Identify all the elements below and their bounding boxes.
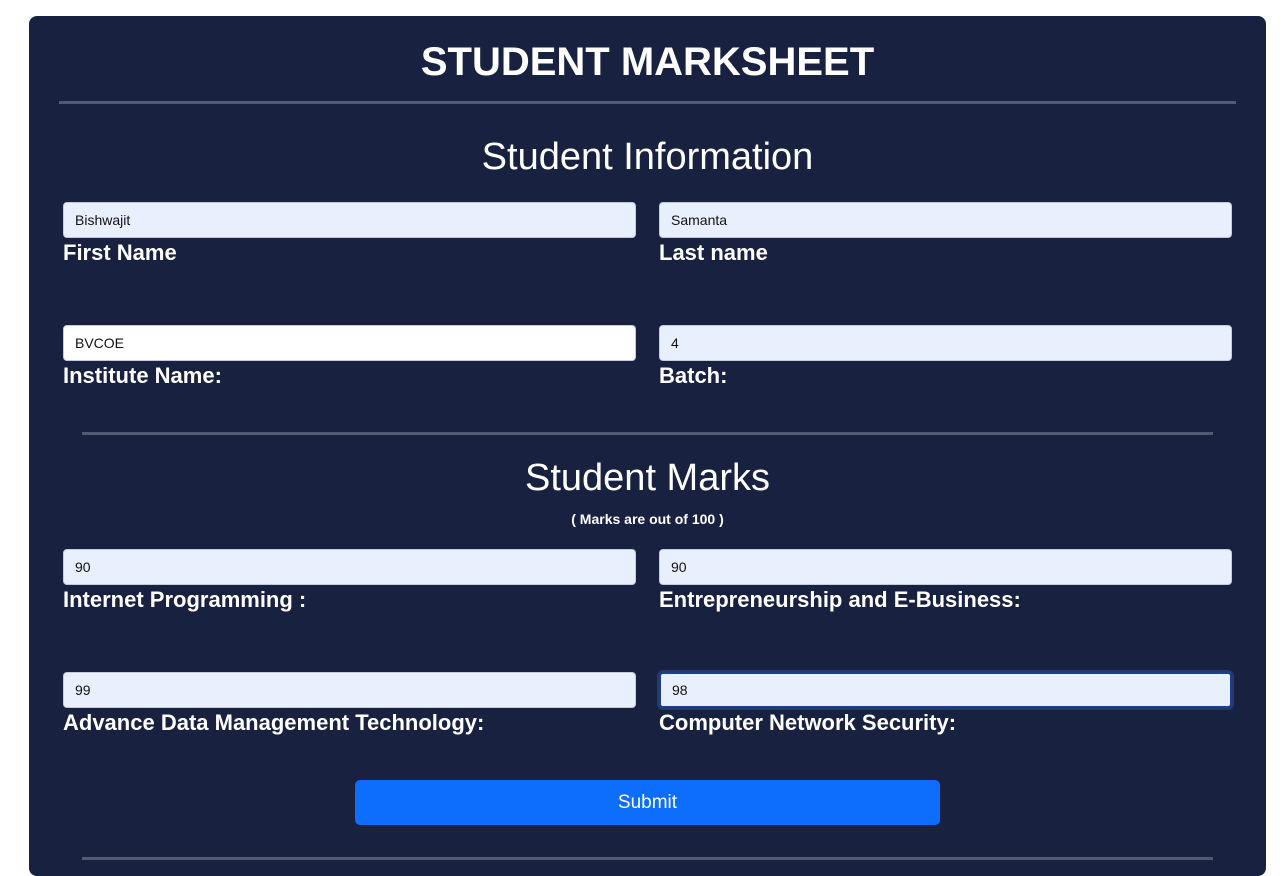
data-management-input[interactable] xyxy=(63,672,636,708)
first-name-input[interactable] xyxy=(63,202,636,238)
internet-programming-field-group: Internet Programming : xyxy=(63,549,636,614)
student-marks-heading: Student Marks xyxy=(525,457,770,499)
internet-programming-label: Internet Programming : xyxy=(63,587,307,612)
marks-note: ( Marks are out of 100 ) xyxy=(571,511,724,527)
title-divider xyxy=(59,101,1236,104)
student-information-heading: Student Information xyxy=(481,136,814,178)
institute-name-label: Institute Name: xyxy=(63,363,222,388)
last-name-input[interactable] xyxy=(659,202,1232,238)
data-management-field-group: Advance Data Management Technology: xyxy=(63,672,636,737)
internet-programming-input[interactable] xyxy=(63,549,636,585)
institute-name-field-group: Institute Name: xyxy=(63,325,636,390)
entrepreneurship-field-group: Entrepreneurship and E-Business: xyxy=(659,549,1232,614)
network-security-field-group: Computer Network Security: xyxy=(659,672,1232,737)
entrepreneurship-label: Entrepreneurship and E-Business: xyxy=(659,587,1021,612)
institute-name-input[interactable] xyxy=(63,325,636,361)
marksheet-card: STUDENT MARKSHEET Student Information Fi… xyxy=(29,16,1266,876)
network-security-label: Computer Network Security: xyxy=(659,710,957,735)
submit-button[interactable]: Submit xyxy=(355,780,940,825)
entrepreneurship-input[interactable] xyxy=(659,549,1232,585)
batch-field-group: Batch: xyxy=(659,325,1232,390)
network-security-input[interactable] xyxy=(659,672,1232,708)
last-name-label: Last name xyxy=(659,240,768,265)
last-name-field-group: Last name xyxy=(659,202,1232,267)
bottom-divider xyxy=(82,857,1213,860)
first-name-field-group: First Name xyxy=(63,202,636,267)
first-name-label: First Name xyxy=(63,240,177,265)
page-title: STUDENT MARKSHEET xyxy=(420,40,875,84)
data-management-label: Advance Data Management Technology: xyxy=(63,710,485,735)
batch-input[interactable] xyxy=(659,325,1232,361)
section-divider xyxy=(82,432,1213,435)
batch-label: Batch: xyxy=(659,363,728,388)
